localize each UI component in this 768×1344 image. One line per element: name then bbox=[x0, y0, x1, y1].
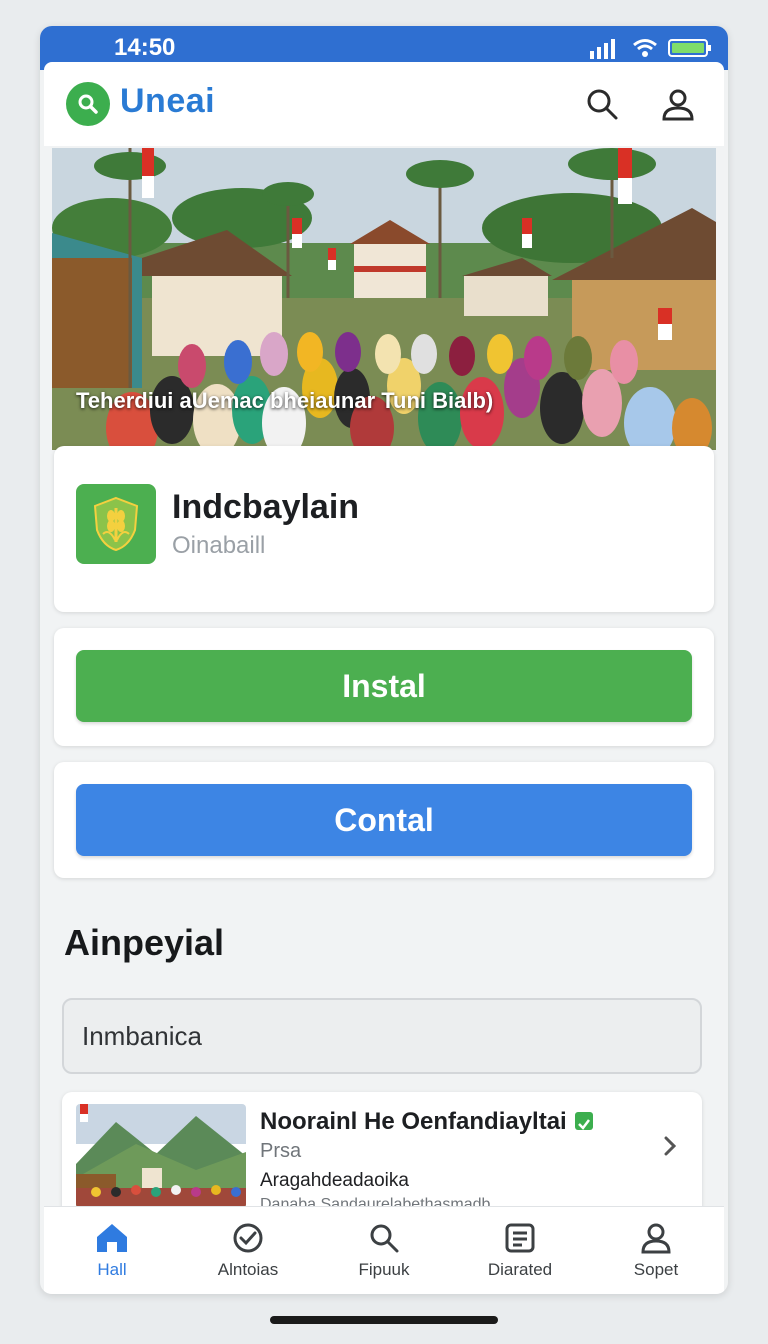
status-icons bbox=[588, 34, 712, 62]
app-icon bbox=[76, 484, 156, 564]
search-icon bbox=[78, 94, 98, 114]
search-icon bbox=[587, 89, 618, 120]
section-title: Ainpeyial bbox=[64, 922, 225, 963]
install-card: Instal bbox=[54, 628, 714, 746]
phone-screen: 14:50 Uneai Teherdiui aUemac bheiaunar T… bbox=[40, 26, 728, 1294]
search-button[interactable] bbox=[584, 86, 620, 122]
install-button[interactable]: Instal bbox=[76, 650, 692, 722]
nav-label-documents: Diarated bbox=[487, 1259, 553, 1279]
nav-item-home[interactable]: Hall bbox=[52, 1222, 172, 1280]
app-info-card: Indcbaylain Oinabaill bbox=[54, 446, 714, 612]
check-circle-icon bbox=[233, 1223, 263, 1252]
nav-item-documents[interactable]: Diarated bbox=[460, 1222, 580, 1280]
nav-label-activities: Alntoias bbox=[217, 1259, 279, 1279]
nav-label-home: Hall bbox=[97, 1259, 127, 1279]
nav-item-search[interactable]: Fipuuk bbox=[324, 1222, 444, 1280]
nav-label-profile: Sopet bbox=[633, 1259, 679, 1279]
user-icon bbox=[662, 89, 694, 121]
search-icon bbox=[370, 1224, 399, 1252]
contact-button[interactable]: Contal bbox=[76, 784, 692, 856]
chevron-right-icon[interactable] bbox=[658, 1134, 682, 1158]
list-item-description: Aragahdeadaoika bbox=[260, 1170, 409, 1191]
list-item-title: Noorainl He Oenfandiayltai bbox=[260, 1108, 593, 1136]
list-item-subtitle: Prsa bbox=[260, 1140, 302, 1162]
bottom-nav: Hall Alntoias Fipuuk Diarated Sopet bbox=[44, 1206, 724, 1294]
list-item-title-text: Noorainl He Oenfandiayltai bbox=[260, 1108, 567, 1135]
profile-button[interactable] bbox=[660, 86, 696, 122]
home-indicator[interactable] bbox=[270, 1316, 498, 1324]
nav-item-profile[interactable]: Sopet bbox=[596, 1222, 716, 1280]
app-logo bbox=[66, 82, 110, 126]
user-icon bbox=[641, 1223, 671, 1253]
contact-card: Contal bbox=[54, 762, 714, 878]
app-name: Indcbaylain bbox=[172, 488, 360, 526]
wheat-shield-icon bbox=[93, 496, 139, 552]
battery-icon bbox=[668, 39, 711, 57]
verified-badge-icon bbox=[574, 1111, 593, 1130]
thumbnail-image bbox=[76, 1104, 246, 1208]
nav-label-search: Fipuuk bbox=[358, 1259, 410, 1279]
app-title: Uneai bbox=[120, 82, 216, 120]
hero-caption: Teherdiui aUemac bheiaunar Tuni Bialb) bbox=[76, 388, 494, 413]
status-time: 14:50 bbox=[114, 34, 176, 61]
app-subtitle: Oinabaill bbox=[172, 532, 266, 559]
cellular-signal-icon bbox=[590, 39, 615, 59]
nav-item-activities[interactable]: Alntoias bbox=[188, 1222, 308, 1280]
app-bar: Uneai bbox=[44, 62, 724, 146]
search-input[interactable] bbox=[62, 998, 702, 1074]
hero-banner: Teherdiui aUemac bheiaunar Tuni Bialb) bbox=[52, 148, 716, 450]
document-icon bbox=[505, 1223, 535, 1252]
home-icon bbox=[97, 1223, 127, 1252]
wifi-icon bbox=[633, 39, 657, 57]
list-item-thumbnail bbox=[76, 1104, 246, 1208]
